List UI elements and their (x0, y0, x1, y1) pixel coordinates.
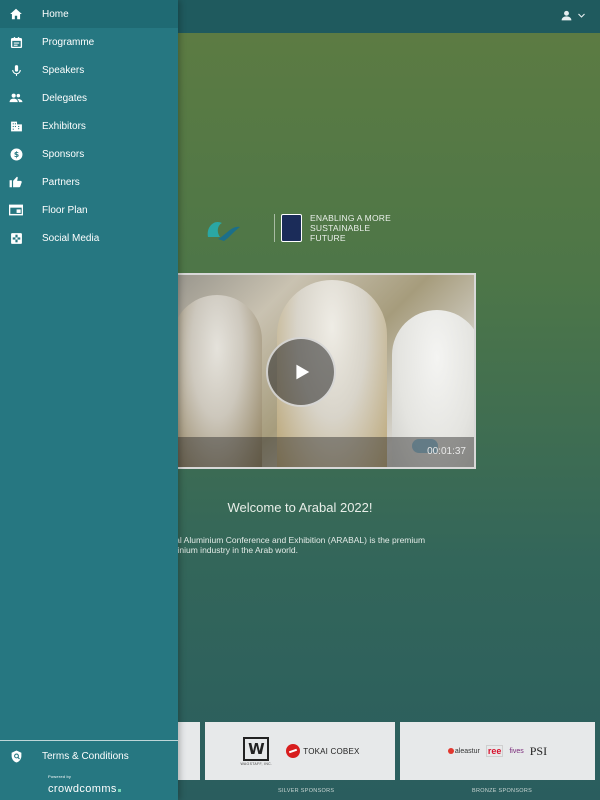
nav-item-programme[interactable]: Programme (0, 28, 178, 56)
wagstaff-mark: W (243, 736, 270, 761)
video-info-bar: hlights 00:01:37 (142, 437, 474, 467)
video-duration: 00:01:37 (427, 446, 466, 457)
powered-by-logo[interactable]: Powered by crowdcomms (48, 774, 121, 797)
nav-item-terms[interactable]: Terms & Conditions (0, 742, 178, 770)
nav-label: Social Media (42, 232, 100, 244)
intro-line-2: e aluminium industry in the Arab world. (152, 545, 298, 555)
psi-logo[interactable]: PSI (530, 744, 547, 759)
tokai-name: TOKAI COBEX (303, 746, 360, 756)
nav-item-speakers[interactable]: Speakers (0, 56, 178, 84)
intro-line-1: national Aluminium Conference and Exhibi… (152, 535, 426, 545)
play-button[interactable] (266, 337, 336, 407)
silver-sponsors-card[interactable]: W WAGSTAFF, INC. TOKAI COBEX (205, 722, 395, 780)
welcome-heading: Welcome to Arabal 2022! (227, 500, 373, 515)
nav-label: Terms & Conditions (42, 750, 129, 762)
dollar-icon: $ (9, 147, 23, 161)
nav-item-partners[interactable]: Partners (0, 168, 178, 196)
drawer-divider (0, 740, 178, 741)
tokai-cobex-logo[interactable]: TOKAI COBEX (286, 744, 359, 758)
tagline-line-1: ENABLING A MORE (310, 213, 391, 223)
nav-label: Speakers (42, 64, 85, 76)
powered-by-text: Powered by (48, 774, 72, 779)
user-icon (561, 10, 572, 21)
nav-item-social-media[interactable]: Social Media (0, 224, 178, 252)
calendar-icon (9, 35, 23, 49)
highlights-video[interactable]: hlights 00:01:37 (140, 273, 476, 469)
home-icon (9, 7, 23, 21)
nav-item-floor-plan[interactable]: Floor Plan (0, 196, 178, 224)
ree-logo[interactable]: ree (485, 745, 504, 757)
brand-tagline: ENABLING A MORE SUSTAINABLE FUTURE (310, 213, 404, 243)
tokai-mark-icon (286, 744, 301, 758)
brand-divider (274, 214, 275, 242)
floor-plan-icon (9, 203, 23, 217)
arabal-logo (204, 213, 268, 243)
silver-sponsors-caption: SILVER SPONSORS (278, 788, 335, 794)
shield-icon (9, 749, 23, 763)
social-icon (9, 231, 23, 245)
nav-label: Sponsors (42, 148, 85, 160)
wagstaff-logo[interactable]: W WAGSTAFF, INC. (240, 736, 273, 766)
host-badge (280, 214, 303, 242)
nav-item-home[interactable]: Home (0, 0, 178, 28)
building-icon (9, 119, 23, 133)
nav-item-sponsors[interactable]: $ Sponsors (0, 140, 178, 168)
nav-label: Programme (42, 36, 95, 48)
microphone-icon (9, 63, 23, 77)
nav-item-delegates[interactable]: Delegates (0, 84, 178, 112)
intro-text: national Aluminium Conference and Exhibi… (152, 535, 472, 555)
aleastur-logo[interactable]: aleastur (448, 748, 480, 755)
nav-label: Floor Plan (42, 204, 88, 216)
crowdcomms-brand: crowdcomms (48, 783, 121, 795)
svg-text:$: $ (13, 150, 18, 159)
fives-logo[interactable]: fives (509, 748, 523, 755)
play-icon (296, 364, 310, 380)
arabal-brand-banner: ENABLING A MORE SUSTAINABLE FUTURE (204, 210, 404, 246)
bronze-sponsors-caption: BRONZE SPONSORS (472, 788, 533, 794)
nav-label: Delegates (42, 92, 88, 104)
nav-label: Exhibitors (42, 120, 86, 132)
bronze-sponsors-card[interactable]: aleastur ree fives PSI (400, 722, 595, 780)
thumbs-up-icon (9, 175, 23, 189)
tagline-line-2: SUSTAINABLE FUTURE (310, 223, 371, 243)
nav-label: Partners (42, 176, 80, 188)
user-menu[interactable] (560, 9, 586, 22)
nav-label: Home (42, 8, 69, 20)
chevron-down-icon (578, 13, 585, 18)
wagstaff-name: WAGSTAFF, INC. (240, 761, 273, 766)
navigation-drawer: Home Programme Speakers Delegates Exhibi… (0, 0, 178, 800)
people-icon (9, 91, 23, 105)
nav-item-exhibitors[interactable]: Exhibitors (0, 112, 178, 140)
